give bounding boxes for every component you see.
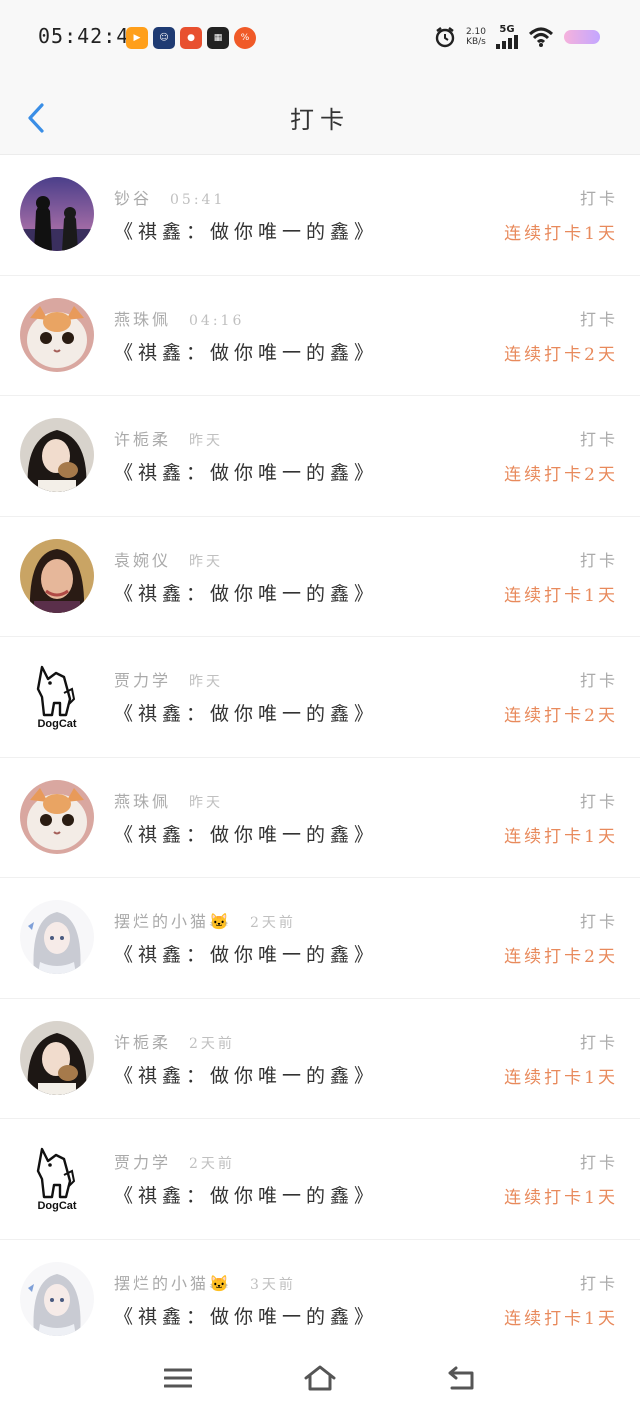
alarm-icon — [435, 26, 455, 47]
home-icon — [304, 1365, 336, 1391]
user-name[interactable]: 许栀柔 — [114, 1033, 171, 1052]
list-item[interactable]: 许栀柔 昨天 《祺鑫：做你唯一的鑫》 打卡 连续打卡2天 — [0, 396, 640, 517]
menu-button[interactable] — [158, 1358, 198, 1398]
net-speed: 2.10 KB/s — [465, 26, 486, 47]
streak-text: 连续打卡2天 — [504, 706, 618, 726]
avatar[interactable] — [20, 418, 94, 492]
checkin-time: 昨天 — [189, 674, 224, 690]
checkin-label: 打卡 — [579, 1153, 618, 1172]
streak-text: 连续打卡1天 — [504, 1067, 618, 1088]
checkin-time: 昨天 — [189, 794, 224, 811]
robot-app-icon: ☺ — [153, 27, 175, 49]
checkin-time: 2天前 — [189, 1156, 235, 1172]
checkin-label: 打卡 — [579, 912, 618, 931]
checkin-label: 打卡 — [579, 671, 618, 690]
wifi-icon — [528, 27, 554, 47]
book-title[interactable]: 《祺鑫：做你唯一的鑫》 — [114, 699, 378, 726]
list-item[interactable]: 燕珠佩 04:16 《祺鑫：做你唯一的鑫》 打卡 连续打卡2天 — [0, 276, 640, 396]
return-icon — [448, 1366, 474, 1390]
book-title[interactable]: 《祺鑫：做你唯一的鑫》 — [114, 1061, 378, 1088]
home-button[interactable] — [300, 1358, 340, 1398]
menu-icon — [164, 1368, 192, 1388]
svg-text:DogCat: DogCat — [37, 718, 76, 730]
checkin-label: 打卡 — [579, 1273, 618, 1293]
video-app-icon: ▶ — [126, 27, 148, 49]
user-name[interactable]: 袁婉仪 — [114, 551, 171, 570]
checkin-label: 打卡 — [579, 791, 618, 811]
signal-bars-icon — [496, 35, 518, 49]
user-name[interactable]: 燕珠佩 — [114, 792, 171, 811]
streak-text: 连续打卡2天 — [504, 344, 618, 365]
book-title[interactable]: 《祺鑫：做你唯一的鑫》 — [114, 940, 378, 967]
system-icons: 2.10 KB/s 5G — [434, 24, 600, 49]
avatar[interactable] — [20, 779, 94, 854]
user-name[interactable]: 摆烂的小猫🐱 — [114, 1274, 232, 1293]
list-item[interactable]: 钞谷 05:41 《祺鑫：做你唯一的鑫》 打卡 连续打卡1天 — [0, 155, 640, 276]
list-item[interactable]: 许栀柔 2天前 《祺鑫：做你唯一的鑫》 打卡 连续打卡1天 — [0, 999, 640, 1119]
streak-text: 连续打卡2天 — [504, 465, 618, 485]
page-title: 打卡 — [290, 106, 350, 134]
book-title[interactable]: 《祺鑫：做你唯一的鑫》 — [114, 217, 378, 244]
user-name[interactable]: 贾力学 — [114, 1153, 171, 1172]
streak-text: 连续打卡1天 — [504, 1188, 618, 1208]
checkin-time: 05:41 — [170, 192, 226, 208]
checkin-time: 2天前 — [189, 1035, 235, 1052]
avatar[interactable]: DogCat — [20, 659, 94, 733]
status-bar: 05:42:43 ▶ ☺ ● ▦ % 2.10 KB/s 5G — [0, 0, 640, 78]
list-item[interactable]: DogCat 贾力学 昨天 《祺鑫：做你唯一的鑫》 打卡 连续打卡2天 — [0, 637, 640, 758]
avatar[interactable] — [20, 1261, 94, 1336]
checkin-label: 打卡 — [579, 550, 618, 570]
avatar[interactable] — [20, 538, 94, 613]
book-title[interactable]: 《祺鑫：做你唯一的鑫》 — [114, 458, 378, 485]
news-app-icon: ▦ — [207, 27, 229, 49]
header-bar: 打卡 — [0, 78, 640, 155]
avatar[interactable] — [20, 900, 94, 974]
checkin-time: 3天前 — [249, 1276, 296, 1293]
user-name[interactable]: 钞谷 — [114, 189, 152, 208]
book-title[interactable]: 《祺鑫：做你唯一的鑫》 — [114, 820, 378, 847]
checkin-label: 打卡 — [579, 430, 618, 449]
book-title[interactable]: 《祺鑫：做你唯一的鑫》 — [114, 338, 378, 365]
user-name[interactable]: 许栀柔 — [114, 430, 171, 449]
checkin-time: 2天前 — [249, 915, 296, 931]
streak-text: 连续打卡1天 — [504, 1308, 618, 1329]
book-title[interactable]: 《祺鑫：做你唯一的鑫》 — [114, 579, 378, 606]
streak-text: 连续打卡1天 — [504, 585, 618, 606]
avatar[interactable] — [20, 177, 94, 251]
checkin-list: 钞谷 05:41 《祺鑫：做你唯一的鑫》 打卡 连续打卡1天 燕珠佩 04:16 《… — [0, 155, 640, 1360]
checkin-label: 打卡 — [579, 309, 618, 329]
book-title[interactable]: 《祺鑫：做你唯一的鑫》 — [114, 1302, 378, 1329]
back-nav-button[interactable] — [442, 1358, 482, 1398]
checkin-time: 昨天 — [189, 433, 224, 449]
list-item[interactable]: DogCat 贾力学 2天前 《祺鑫：做你唯一的鑫》 打卡 连续打卡1天 — [0, 1119, 640, 1240]
checkin-label: 打卡 — [579, 189, 618, 208]
checkin-label: 打卡 — [579, 1032, 618, 1052]
streak-text: 连续打卡1天 — [504, 224, 618, 244]
system-nav-bar — [0, 1340, 640, 1417]
user-name[interactable]: 燕珠佩 — [114, 310, 171, 329]
avatar[interactable]: DogCat — [20, 1141, 94, 1215]
shop-app-icon: % — [234, 27, 256, 49]
cell-signal: 5G — [496, 24, 518, 49]
checkin-time: 昨天 — [189, 553, 224, 570]
game-app-icon: ● — [180, 27, 202, 49]
streak-text: 连续打卡1天 — [504, 826, 618, 847]
battery-icon — [564, 29, 600, 44]
checkin-time: 04:16 — [189, 312, 245, 329]
svg-text:DogCat: DogCat — [37, 1200, 76, 1212]
book-title[interactable]: 《祺鑫：做你唯一的鑫》 — [114, 1181, 378, 1208]
list-item[interactable]: 袁婉仪 昨天 《祺鑫：做你唯一的鑫》 打卡 连续打卡1天 — [0, 517, 640, 637]
avatar[interactable] — [20, 297, 94, 372]
list-item[interactable]: 摆烂的小猫🐱 2天前 《祺鑫：做你唯一的鑫》 打卡 连续打卡2天 — [0, 878, 640, 999]
notification-icons: ▶ ☺ ● ▦ % — [126, 27, 256, 49]
streak-text: 连续打卡2天 — [504, 947, 618, 967]
user-name[interactable]: 摆烂的小猫🐱 — [114, 912, 232, 931]
user-name[interactable]: 贾力学 — [114, 671, 171, 690]
list-item[interactable]: 燕珠佩 昨天 《祺鑫：做你唯一的鑫》 打卡 连续打卡1天 — [0, 758, 640, 878]
avatar[interactable] — [20, 1020, 94, 1095]
